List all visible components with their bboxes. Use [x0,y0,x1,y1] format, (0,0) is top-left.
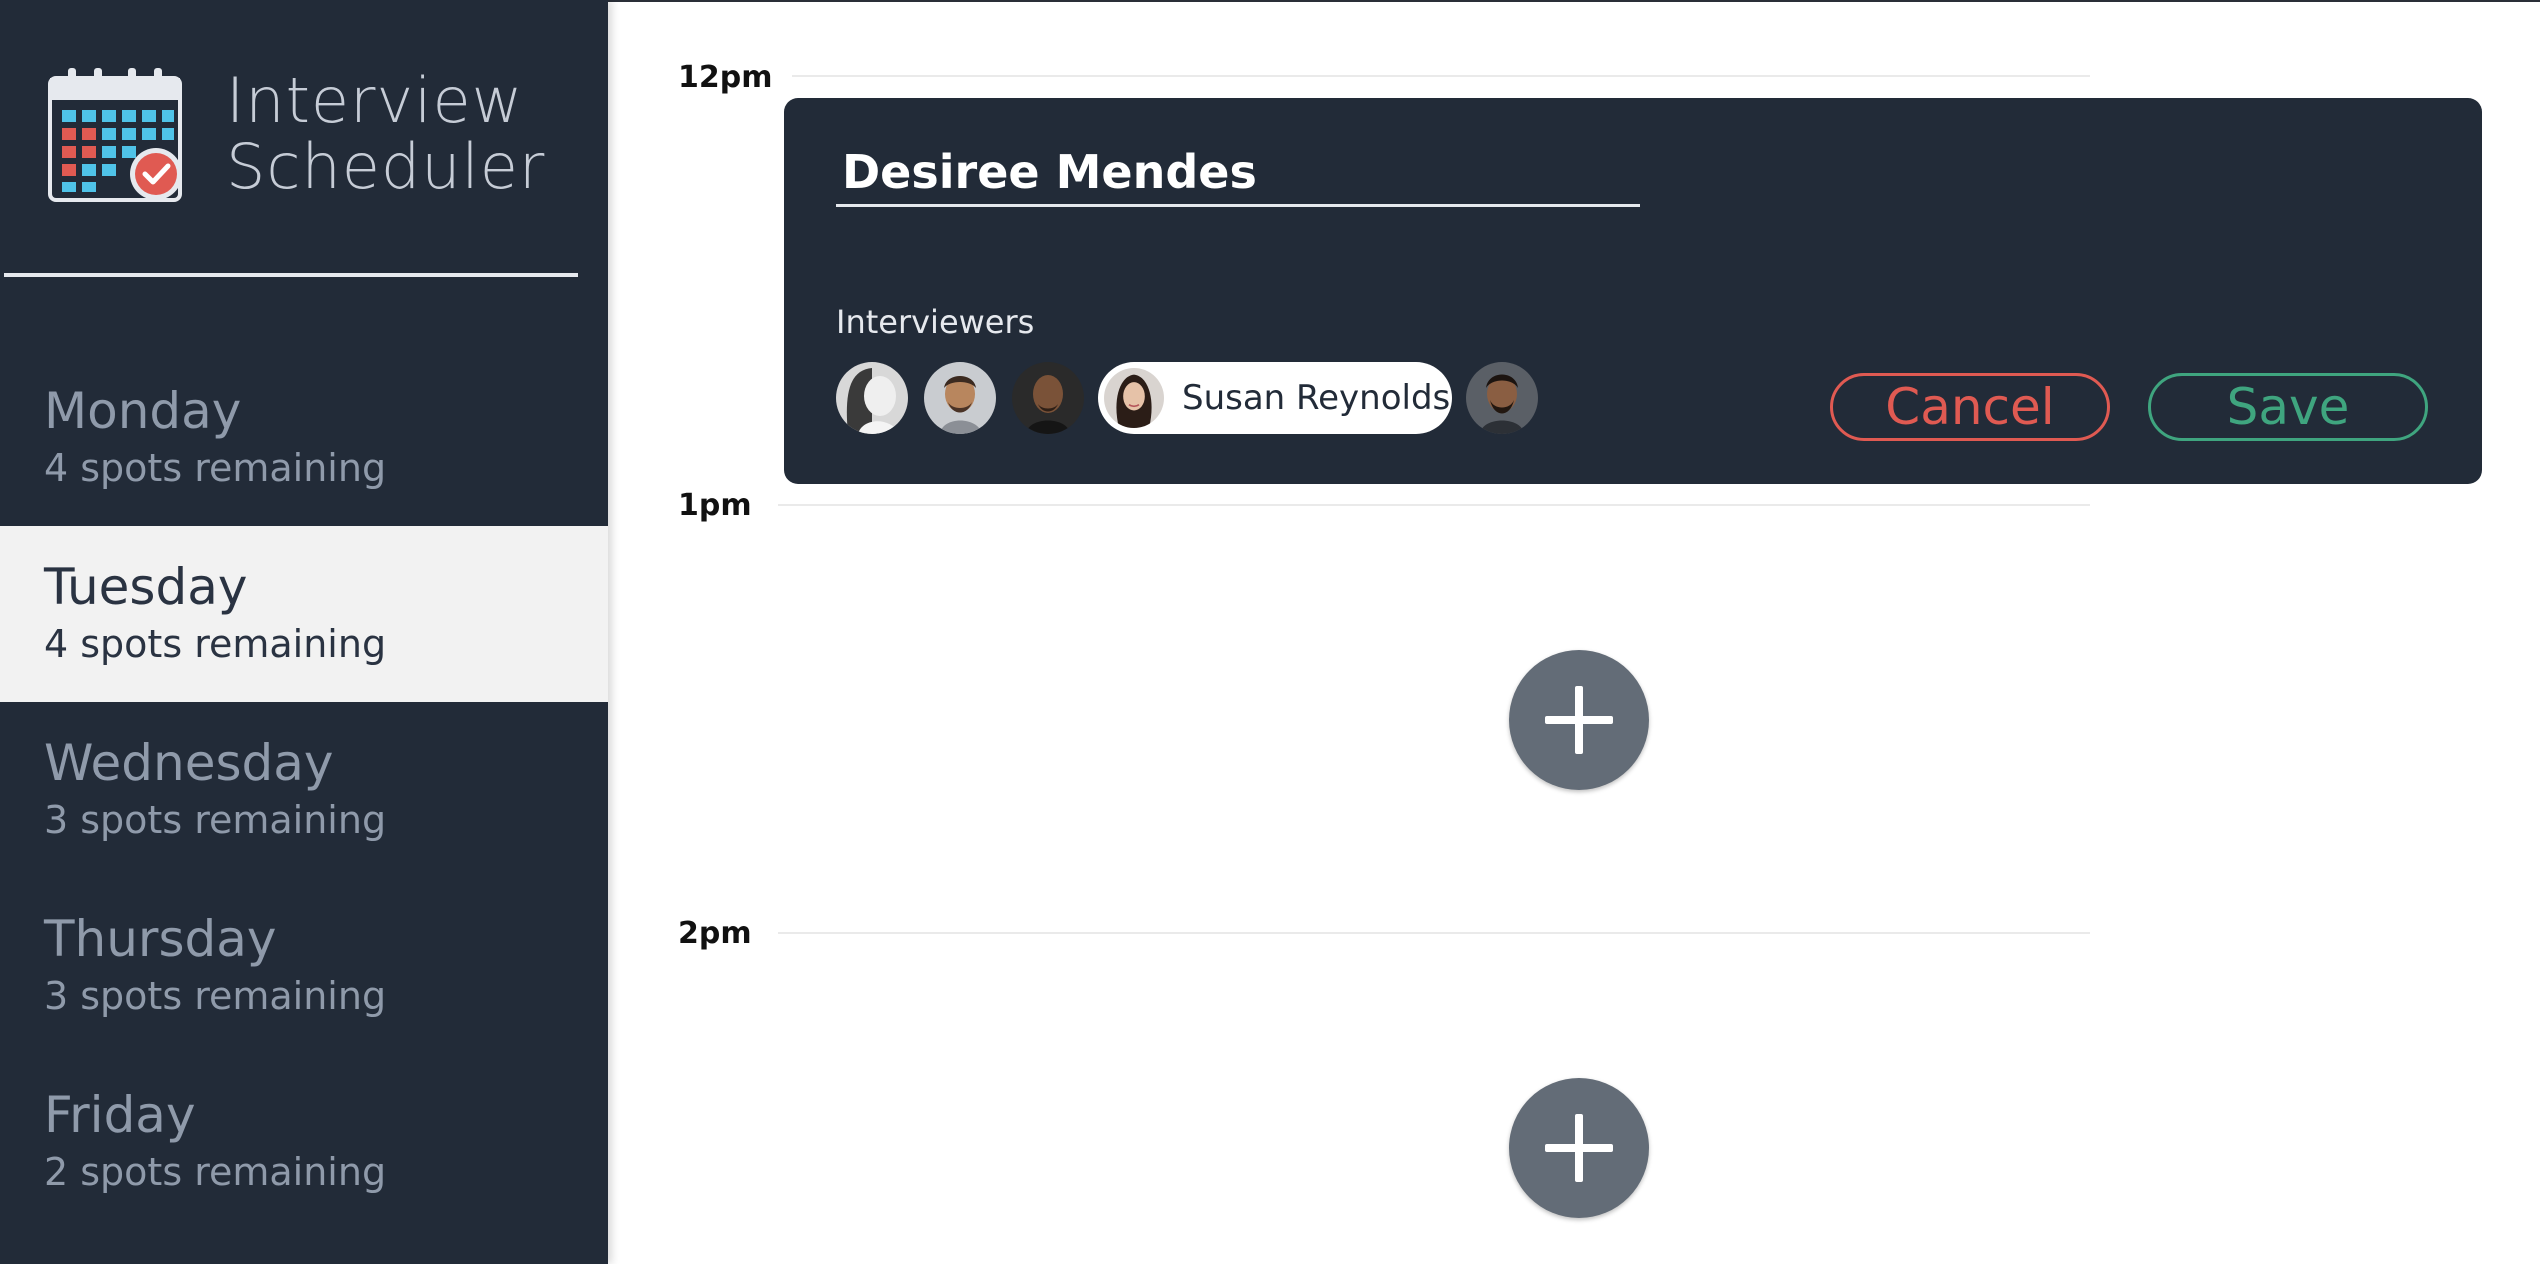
day-name: Wednesday [44,734,334,792]
time-divider [778,932,2090,934]
sidebar: Interview Scheduler Monday 4 spots remai… [0,0,608,1264]
app-title-line1: Interview [226,64,524,137]
cancel-button[interactable]: Cancel [1830,373,2110,441]
save-button[interactable]: Save [2148,373,2428,441]
plus-icon [1545,1114,1613,1182]
app-title-line2: Scheduler [226,130,546,203]
day-spots: 4 spots remaining [44,622,387,666]
add-appointment-button[interactable] [1509,1078,1649,1218]
interviewer-photo-icon [924,362,996,434]
day-item-friday[interactable]: Friday 2 spots remaining [0,1054,608,1230]
day-name: Thursday [44,910,277,968]
day-item-wednesday[interactable]: Wednesday 3 spots remaining [0,702,608,878]
calendar-check-icon [48,68,182,202]
day-spots: 4 spots remaining [44,446,387,490]
day-list: Monday 4 spots remaining Tuesday 4 spots… [0,350,608,1230]
add-appointment-button[interactable] [1509,650,1649,790]
day-spots: 2 spots remaining [44,1150,387,1194]
day-spots: 3 spots remaining [44,798,387,842]
time-label-12pm: 12pm [678,60,773,95]
day-spots: 3 spots remaining [44,974,387,1018]
selected-interviewer[interactable]: Susan Reynolds [1098,362,1452,434]
time-divider [792,75,2090,77]
interviewer-photo-icon [836,362,908,434]
interviewer-avatar[interactable] [836,362,908,434]
interviewer-name: Susan Reynolds [1182,378,1451,418]
interviewer-photo-icon [1466,362,1538,434]
appointment-form: Interviewers [784,98,2482,484]
student-name-input[interactable] [836,140,1640,207]
day-name: Monday [44,382,242,440]
time-label-2pm: 2pm [678,916,752,951]
interviewer-avatar[interactable] [924,362,996,434]
day-name: Tuesday [44,558,248,616]
time-divider [778,504,2090,506]
day-item-tuesday[interactable]: Tuesday 4 spots remaining [0,526,608,702]
time-label-1pm: 1pm [678,488,752,523]
day-name: Friday [44,1086,196,1144]
interviewer-avatar [1104,368,1164,428]
interviewer-photo-icon [1012,362,1084,434]
interviewer-avatar[interactable] [1012,362,1084,434]
brand: Interview Scheduler [46,62,566,212]
sidebar-divider [4,273,578,277]
day-item-monday[interactable]: Monday 4 spots remaining [0,350,608,526]
app-title: Interview Scheduler [226,68,545,200]
day-item-thursday[interactable]: Thursday 3 spots remaining [0,878,608,1054]
interviewers-label: Interviewers [836,303,1035,341]
interviewer-avatar[interactable] [1466,362,1538,434]
plus-icon [1545,686,1613,754]
interviewer-photo-icon [1104,368,1164,428]
